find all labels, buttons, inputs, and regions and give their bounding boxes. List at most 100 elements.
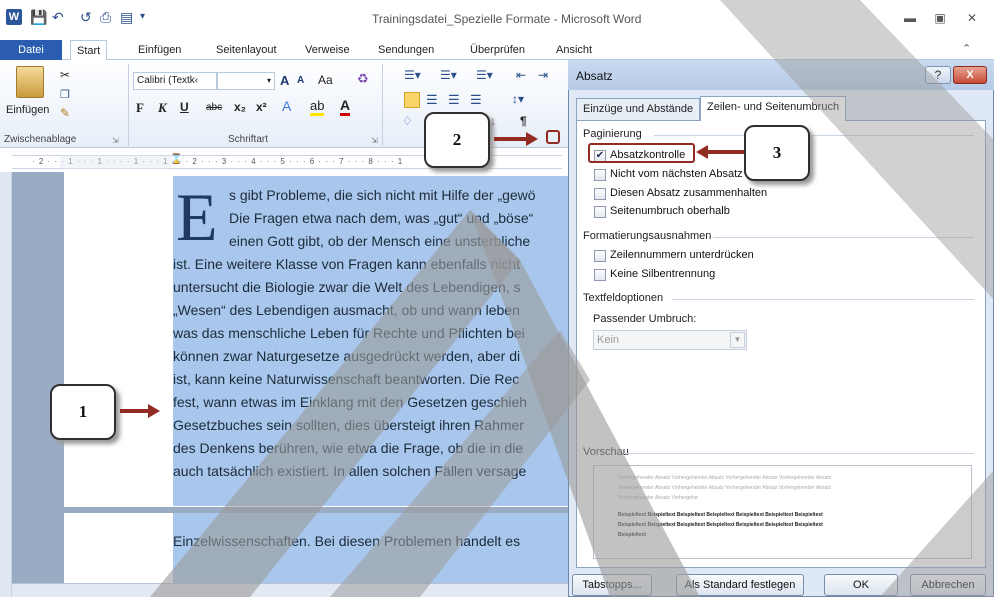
checkbox-suppress-line-numbers[interactable] (594, 250, 606, 262)
indent-marker-icon[interactable]: ⌛ (170, 154, 182, 165)
ribbon-collapse-icon[interactable]: ⌃ (962, 42, 971, 55)
close-window-icon[interactable]: ✕ (960, 10, 984, 26)
widow-control-highlight (588, 143, 695, 163)
strikethrough-button[interactable]: abc (206, 102, 222, 113)
callout-1: 1 (50, 384, 116, 440)
print-icon[interactable]: ⎙ (100, 7, 111, 27)
ribbon-tabs: Datei Start Einfügen Seitenlayout Verwei… (0, 40, 994, 61)
save-icon[interactable]: 💾 (30, 7, 47, 27)
shrink-font-button[interactable]: A (297, 75, 304, 86)
preview-sample-text: Beispieltext (618, 532, 647, 538)
doc-line: Die Fragen etwa nach dem, was „gut“ und … (229, 210, 534, 226)
font-color-icon[interactable]: A (340, 97, 351, 116)
doc-line: können zwar Naturgesetze ausgedrückt wer… (173, 348, 521, 364)
doc-line: fest, wann etwas im Einklang mit den Ges… (173, 394, 528, 410)
print-preview-icon[interactable]: ▤ (120, 7, 133, 27)
tab-ansicht[interactable]: Ansicht (550, 40, 598, 60)
paragraph-launcher-highlight[interactable] (546, 130, 560, 144)
word-app-icon[interactable]: W (6, 9, 22, 25)
tab-datei[interactable]: Datei (0, 40, 62, 60)
underline-button[interactable]: U (180, 100, 189, 114)
chevron-down-icon[interactable]: ▼ (730, 332, 745, 348)
ok-button[interactable]: OK (824, 574, 898, 596)
set-default-button[interactable]: Als Standard festlegen (676, 574, 804, 596)
dialog-close-button[interactable]: X (953, 66, 987, 84)
tab-indents-spacing[interactable]: Einzüge und Abstände (576, 98, 701, 120)
clear-formatting-icon[interactable]: ♻ (357, 71, 369, 87)
text-effects-icon[interactable]: A (282, 98, 291, 114)
copy-icon[interactable]: ❐ (60, 88, 70, 101)
preview-prev-text: Vorhergehender Absatz Vorhergehender Abs… (618, 495, 698, 501)
align-left-icon[interactable] (404, 92, 420, 108)
align-center-icon[interactable]: ☰ (426, 92, 438, 108)
section-divider (624, 453, 974, 454)
checkbox-keep-with-next[interactable] (594, 169, 606, 181)
tabs-button[interactable]: Tabstopps... (572, 574, 652, 596)
tab-sendungen[interactable]: Sendungen (372, 40, 440, 60)
tab-einfuegen[interactable]: Einfügen (132, 40, 187, 60)
horizontal-scrollbar[interactable] (12, 583, 568, 597)
tab-start[interactable]: Start (70, 40, 108, 61)
superscript-button[interactable]: x² (256, 100, 267, 114)
preview-prev-text: Vorhergehender Absatz Vorhergehender Abs… (618, 475, 832, 481)
tab-seitenlayout[interactable]: Seitenlayout (210, 40, 283, 60)
format-painter-icon[interactable]: ✎ (60, 106, 70, 120)
callout-2: 2 (424, 112, 490, 168)
show-formatting-icon[interactable]: ¶ (520, 114, 527, 128)
drop-cap: E (176, 179, 218, 255)
highlight-color-icon[interactable]: ab (310, 98, 325, 116)
tab-line-page-breaks[interactable]: Zeilen- und Seitenumbruch (700, 96, 847, 121)
cancel-button[interactable]: Abbrechen (910, 574, 986, 596)
font-size-combo[interactable]: ▾ (217, 72, 275, 90)
paste-button-label[interactable]: Einfügen (6, 104, 49, 116)
preview-prev-text: Vorhergehender Absatz Vorhergehender Abs… (618, 485, 832, 491)
maximize-icon[interactable]: ▣ (928, 10, 952, 26)
shading-icon[interactable]: ♢ (402, 114, 413, 128)
label-page-break-before[interactable]: Seitenumbruch oberhalb (610, 205, 730, 217)
checkbox-page-break-before[interactable] (594, 206, 606, 218)
tab-verweise[interactable]: Verweise (299, 40, 356, 60)
group-label-font: Schriftart (228, 134, 269, 145)
clipboard-launcher-icon[interactable]: ⇲ (112, 136, 119, 145)
checkbox-no-hyphenation[interactable] (594, 269, 606, 281)
bullets-icon[interactable]: ☰▾ (404, 68, 421, 82)
tab-ueberpruefen[interactable]: Überprüfen (464, 40, 531, 60)
align-right-icon[interactable]: ☰ (448, 92, 460, 108)
multilevel-list-icon[interactable]: ☰▾ (476, 68, 493, 82)
tight-wrap-select[interactable]: Kein (593, 330, 747, 350)
label-suppress-line-numbers[interactable]: Zeilennummern unterdrücken (610, 249, 754, 261)
line-spacing-icon[interactable]: ↕▾ (512, 92, 524, 106)
increase-indent-icon[interactable]: ⇥ (538, 68, 548, 82)
grow-font-button[interactable]: A (280, 73, 289, 88)
callout-arrowhead (148, 404, 160, 418)
preview-sample-text: Beispieltext Beispieltext Beispieltext B… (618, 512, 823, 518)
font-launcher-icon[interactable]: ⇲ (371, 136, 378, 145)
group-divider (382, 64, 383, 146)
redo-icon[interactable]: ↺ (80, 7, 92, 27)
sort-icon[interactable]: ↓ (490, 114, 496, 128)
italic-button[interactable]: K (158, 100, 167, 116)
label-keep-lines-together[interactable]: Diesen Absatz zusammenhalten (610, 187, 767, 199)
vertical-ruler[interactable] (0, 172, 12, 597)
callout-arrow (494, 137, 528, 141)
minimize-icon[interactable]: ▬ (898, 10, 922, 26)
customize-qat-icon[interactable]: ▾ (140, 7, 145, 27)
undo-icon[interactable]: ↶ (52, 7, 64, 27)
window-title: Trainingsdatei_Spezielle Formate - Micro… (372, 12, 642, 26)
subscript-button[interactable]: x₂ (234, 100, 246, 114)
doc-line: auch tatsächlich existiert. In allen sol… (173, 463, 527, 479)
label-no-hyphenation[interactable]: Keine Silbentrennung (610, 268, 715, 280)
change-case-button[interactable]: Aa (318, 73, 333, 87)
checkbox-keep-lines-together[interactable] (594, 188, 606, 200)
bold-button[interactable]: F (136, 100, 144, 116)
numbering-icon[interactable]: ☰▾ (440, 68, 457, 82)
help-button[interactable]: ? (925, 66, 951, 84)
paste-icon[interactable] (16, 66, 44, 98)
justify-icon[interactable]: ☰ (470, 92, 482, 108)
cut-icon[interactable]: ✂ (60, 68, 70, 82)
ruler-margin (60, 155, 172, 169)
decrease-indent-icon[interactable]: ⇤ (516, 68, 526, 82)
section-divider (672, 299, 974, 300)
font-name-combo[interactable]: Calibri (Textk‹ (133, 72, 217, 90)
callout-arrow (708, 150, 744, 154)
